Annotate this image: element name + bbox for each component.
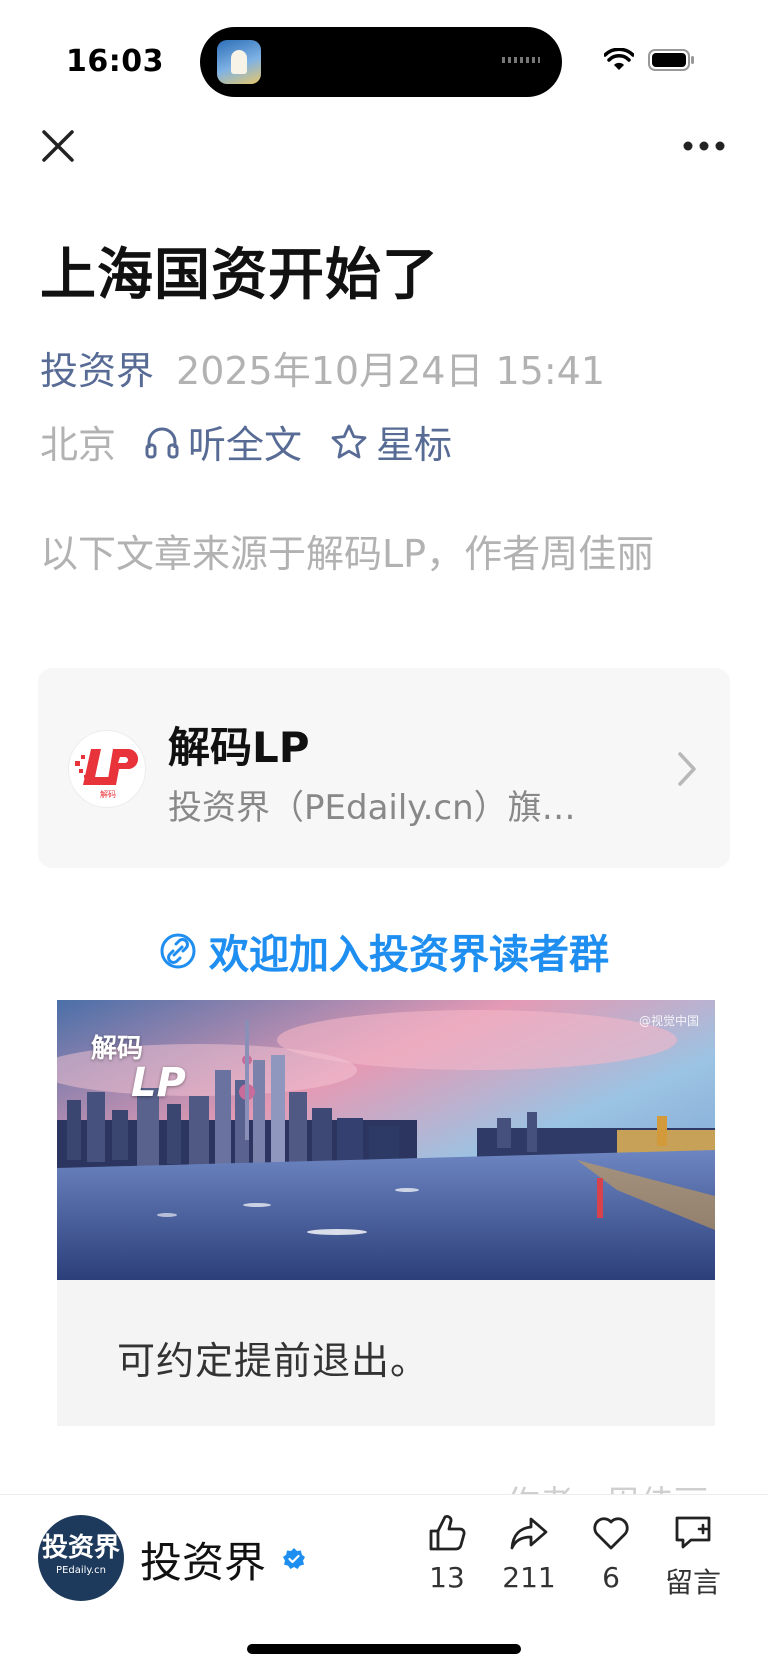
like-button[interactable]: 13 — [412, 1513, 482, 1594]
headphones-icon — [145, 427, 179, 458]
verified-badge-icon — [283, 1548, 305, 1569]
svg-text:解码: 解码 — [100, 789, 116, 799]
source-account-name: 解码LP — [168, 723, 310, 772]
status-indicators — [604, 48, 696, 72]
favorite-count: 6 — [602, 1561, 620, 1594]
wifi-icon — [604, 48, 634, 70]
comment-label: 留言 — [664, 1566, 721, 1599]
source-note: 以下文章来源于解码LP，作者周佳丽 — [40, 532, 655, 576]
source-account-description: 投资界（PEdaily.cn）旗… — [168, 788, 576, 828]
article-meta: 投资界 2025年10月24日 15:41 — [40, 340, 605, 395]
join-readers-group-link[interactable]: 欢迎加入投资界读者群 — [0, 922, 768, 980]
close-icon — [42, 130, 74, 162]
heart-icon — [593, 1517, 629, 1550]
dynamic-island[interactable] — [200, 27, 562, 97]
source-account-card[interactable]: 解码 解码LP 投资界（PEdaily.cn）旗… — [38, 668, 730, 868]
more-options-button[interactable] — [682, 136, 726, 156]
image-credit: @视觉中国 — [638, 1014, 699, 1028]
lp-logo-icon: 解码 — [75, 749, 139, 799]
status-bar: 16:03 — [0, 0, 768, 110]
home-indicator[interactable] — [247, 1644, 521, 1654]
audio-wave-icon — [502, 57, 540, 63]
favorite-button[interactable]: 6 — [576, 1513, 646, 1594]
banner-brand-logo: 解码 LP — [91, 1032, 186, 1106]
battery-icon — [648, 49, 694, 71]
banner-brand-line2: LP — [131, 1060, 186, 1106]
comment-add-icon — [675, 1516, 711, 1549]
bottom-account-name[interactable]: 投资界 — [140, 1529, 266, 1590]
share-count: 211 — [502, 1561, 556, 1594]
comment-button[interactable]: 留言 — [658, 1513, 728, 1601]
listen-button[interactable]: 听全文 — [144, 414, 302, 469]
article-banner-image[interactable]: 解码 LP @视觉中国 — [57, 1000, 715, 1280]
chevron-right-icon — [678, 752, 696, 786]
location-label: 北京 — [40, 423, 117, 467]
star-button[interactable]: 星标 — [330, 414, 452, 469]
account-avatar[interactable]: 投资界 PEdaily.cn — [38, 1515, 124, 1601]
star-label: 星标 — [376, 423, 453, 467]
link-icon — [160, 933, 196, 969]
thumbs-up-icon — [429, 1515, 466, 1551]
quote-text: 可约定提前退出。 — [117, 1339, 430, 1383]
quote-block: 可约定提前退出。 — [57, 1280, 715, 1426]
like-count: 13 — [429, 1561, 465, 1594]
close-button[interactable] — [38, 126, 78, 166]
share-button[interactable]: 211 — [494, 1513, 564, 1594]
star-icon — [331, 424, 367, 458]
article-meta-actions: 北京 听全文 星标 — [40, 414, 480, 469]
listen-label: 听全文 — [188, 423, 303, 467]
article-title: 上海国资开始了 — [40, 243, 439, 308]
more-dots-icon — [683, 141, 725, 151]
share-arrow-icon — [510, 1517, 548, 1550]
live-activity-app-icon — [217, 40, 261, 84]
source-account-avatar: 解码 — [68, 730, 146, 808]
status-time: 16:03 — [66, 44, 164, 79]
join-link-label: 欢迎加入投资界读者群 — [209, 932, 609, 978]
publish-date: 2025年10月24日 15:41 — [176, 349, 606, 393]
avatar-logo-text: 投资界 — [41, 1533, 120, 1563]
account-name-link[interactable]: 投资界 — [40, 340, 154, 395]
avatar-logo-subtext: PEdaily.cn — [56, 1565, 106, 1576]
